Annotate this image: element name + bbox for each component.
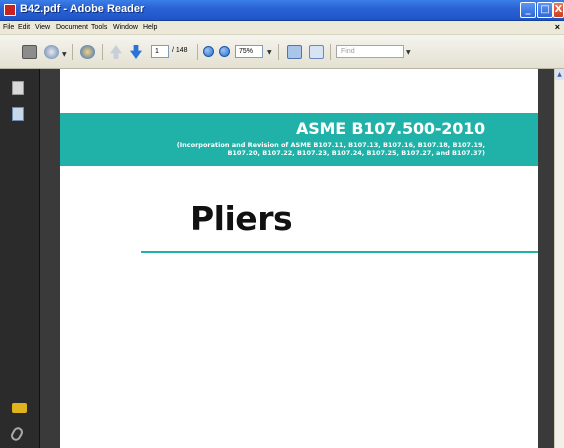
standard-subtitle-line-2: B107.20, B107.22, B107.23, B107.24, B107… (227, 149, 485, 157)
document-view[interactable]: ASME B107.500-2010 (Incorporation and Re… (40, 69, 554, 448)
zoom-dropdown-arrow-icon[interactable]: ▼ (267, 49, 272, 56)
menu-document[interactable]: Document (56, 24, 88, 31)
standard-number: ASME B107.500-2010 (296, 119, 485, 138)
menu-file[interactable]: File (3, 24, 14, 31)
window-title: B42.pdf - Adobe Reader (20, 3, 145, 15)
menu-bar: File Edit View Document Tools Window Hel… (0, 21, 564, 35)
title-bar[interactable]: B42.pdf - Adobe Reader _ □ X (0, 0, 564, 21)
menu-tools[interactable]: Tools (91, 24, 107, 31)
toolbar-separator (278, 44, 279, 60)
page-total: / 148 (172, 47, 188, 54)
pages-icon[interactable] (12, 81, 24, 95)
attachments-icon[interactable] (9, 425, 25, 443)
menu-view[interactable]: View (35, 24, 50, 31)
adobe-reader-icon (4, 4, 16, 16)
bookmarks-icon[interactable] (12, 107, 24, 121)
standard-subtitle-line-1: (Incorporation and Revision of ASME B107… (176, 141, 485, 149)
close-button[interactable]: X (553, 2, 564, 18)
scroll-up-arrow-icon[interactable]: ▲ (555, 69, 564, 80)
document-close-button[interactable]: × (555, 22, 560, 32)
toolbar-separator (102, 44, 103, 60)
document-title: Pliers (190, 199, 293, 238)
menu-edit[interactable]: Edit (18, 24, 30, 31)
fit-page-icon[interactable] (287, 45, 302, 59)
signatures-icon[interactable] (12, 403, 27, 413)
full-screen-icon[interactable] (309, 45, 324, 59)
toolbar-separator (72, 44, 73, 60)
next-page-icon[interactable] (130, 45, 142, 59)
maximize-button[interactable]: □ (537, 2, 553, 18)
toolbar-separator (330, 44, 331, 60)
zoom-out-icon[interactable] (203, 46, 214, 57)
title-underline (141, 251, 538, 253)
zoom-level-select[interactable]: 75% (235, 45, 263, 58)
zoom-in-icon[interactable] (219, 46, 230, 57)
email-icon[interactable] (44, 45, 59, 59)
collaborate-icon[interactable] (80, 45, 95, 59)
toolbar-separator (197, 44, 198, 60)
find-input[interactable]: Find (336, 45, 404, 58)
menu-window[interactable]: Window (113, 24, 138, 31)
menu-help[interactable]: Help (143, 24, 157, 31)
prev-page-icon[interactable] (110, 45, 122, 59)
standard-subtitle: (Incorporation and Revision of ASME B107… (125, 141, 485, 157)
cover-banner: ASME B107.500-2010 (Incorporation and Re… (60, 113, 538, 166)
email-dropdown-arrow-icon[interactable]: ▼ (62, 51, 67, 58)
navigation-pane (0, 69, 40, 448)
print-icon[interactable] (22, 45, 37, 59)
pdf-page: ASME B107.500-2010 (Incorporation and Re… (60, 69, 538, 448)
toolbar: ▼ 1 / 148 75% ▼ Find ▼ (0, 35, 564, 69)
vertical-scrollbar[interactable]: ▲ (554, 69, 564, 448)
minimize-button[interactable]: _ (520, 2, 536, 18)
find-dropdown-arrow-icon[interactable]: ▼ (406, 49, 411, 56)
page-number-input[interactable]: 1 (151, 45, 169, 58)
